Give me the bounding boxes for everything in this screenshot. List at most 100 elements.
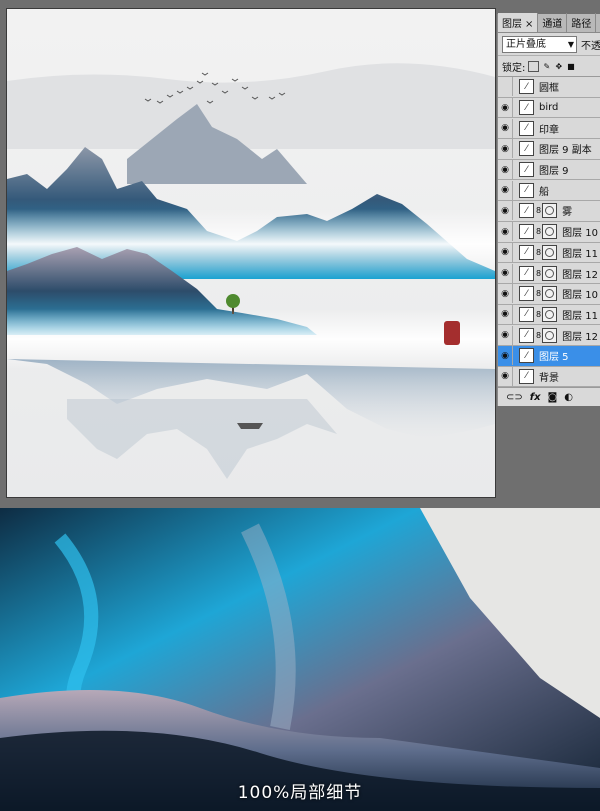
- layer-name: 图层 10: [562, 228, 598, 240]
- layer-row[interactable]: ◉ ⁄ 8 图层 10: [498, 284, 600, 305]
- eye-icon[interactable]: ◉: [498, 160, 513, 180]
- layer-row[interactable]: ◉ ⁄ 8 雾: [498, 201, 600, 222]
- layer-name: bird: [539, 102, 559, 114]
- mask-circle-icon: [545, 247, 555, 257]
- mask-icon[interactable]: ◙: [548, 392, 558, 403]
- lock-label: 锁定:: [502, 62, 526, 74]
- layer-mask-thumbnail[interactable]: [542, 224, 558, 240]
- eye-icon[interactable]: ◉: [498, 222, 513, 242]
- landscape-artwork: [7, 9, 495, 497]
- layer-name: 图层 12: [562, 269, 598, 281]
- lock-paint-icon[interactable]: ✎: [542, 62, 551, 71]
- layer-name: 雾: [562, 207, 573, 219]
- close-icon[interactable]: ×: [525, 19, 533, 30]
- brush-icon[interactable]: ⁄: [519, 368, 534, 384]
- eye-icon[interactable]: ◉: [498, 263, 513, 283]
- layer-row[interactable]: ◉ ⁄ 8 图层 11: [498, 242, 600, 264]
- mask-circle-icon: [545, 309, 555, 319]
- mask-circle-icon: [545, 227, 555, 237]
- eye-icon[interactable]: ◉: [498, 180, 513, 200]
- brush-icon[interactable]: ⁄: [519, 244, 534, 260]
- layer-row[interactable]: ◉ ⁄ 船: [498, 180, 600, 202]
- lock-move-icon[interactable]: ✥: [554, 62, 563, 71]
- chain-icon[interactable]: 8: [536, 331, 541, 340]
- mask-circle-icon: [545, 206, 555, 216]
- layer-row[interactable]: ◉ ⁄ 印章: [498, 118, 600, 140]
- eye-icon[interactable]: ◉: [498, 366, 513, 386]
- layer-mask-thumbnail[interactable]: [542, 265, 558, 281]
- brush-icon[interactable]: ⁄: [519, 265, 534, 281]
- layer-row[interactable]: ◉ ⁄ 背景: [498, 366, 600, 388]
- layer-mask-thumbnail[interactable]: [542, 327, 558, 343]
- tab-layers[interactable]: 图层 ×: [498, 13, 539, 32]
- eye-hidden-icon[interactable]: [498, 77, 513, 97]
- panel-tabs: 图层 × 通道 路径: [498, 13, 600, 33]
- opacity-label: 不透: [581, 40, 600, 52]
- brush-icon[interactable]: ⁄: [519, 286, 534, 302]
- lock-transparent-icon[interactable]: [528, 60, 540, 72]
- tab-paths[interactable]: 路径: [567, 13, 597, 32]
- adjustment-icon[interactable]: ◐: [564, 392, 573, 403]
- layer-mask-thumbnail[interactable]: [542, 306, 558, 322]
- eye-icon[interactable]: ◉: [498, 284, 513, 304]
- eye-icon[interactable]: ◉: [498, 139, 513, 159]
- eye-icon[interactable]: ◉: [498, 118, 513, 138]
- layer-name: 图层 10: [562, 290, 598, 302]
- lock-row: 锁定: ✎ ✥ ■: [498, 56, 600, 77]
- layer-row[interactable]: ◉ ⁄ 8 图层 10: [498, 222, 600, 243]
- eye-icon[interactable]: ◉: [498, 325, 513, 345]
- chain-icon[interactable]: 8: [536, 310, 541, 319]
- tab-channels[interactable]: 通道: [538, 13, 568, 32]
- brush-icon[interactable]: ⁄: [519, 348, 534, 364]
- brush-icon[interactable]: ⁄: [519, 224, 534, 240]
- detail-caption: 100%局部细节: [237, 783, 363, 803]
- mask-circle-icon: [545, 268, 555, 278]
- brush-icon[interactable]: ⁄: [519, 162, 534, 178]
- layer-mask-thumbnail[interactable]: [542, 244, 558, 260]
- layer-mask-thumbnail[interactable]: [542, 286, 558, 302]
- brush-icon[interactable]: ⁄: [519, 306, 534, 322]
- layer-row[interactable]: ◉ ⁄ 图层 5: [498, 345, 600, 367]
- layer-row[interactable]: ◉ ⁄ 8 图层 12: [498, 263, 600, 284]
- panel-footer: ⊂⊃ fx ◙ ◐: [498, 387, 600, 406]
- layer-row[interactable]: ◉ ⁄ bird: [498, 98, 600, 119]
- layer-name: 图层 12: [562, 331, 598, 343]
- layer-row[interactable]: ◉ ⁄ 图层 9 副本: [498, 139, 600, 160]
- brush-icon[interactable]: ⁄: [519, 182, 534, 198]
- brush-icon[interactable]: ⁄: [519, 100, 534, 116]
- detail-closeup: 100%局部细节: [0, 508, 600, 811]
- layer-row[interactable]: ◉ ⁄ 8 图层 12: [498, 325, 600, 346]
- eye-icon[interactable]: ◉: [498, 304, 513, 324]
- chain-icon[interactable]: 8: [536, 248, 541, 257]
- brush-icon[interactable]: ⁄: [519, 203, 534, 219]
- layer-name: 图层 11: [562, 310, 598, 322]
- layer-row[interactable]: ⁄ 圆框: [498, 77, 600, 98]
- lock-all-icon[interactable]: ■: [566, 62, 575, 71]
- layer-name: 印章: [539, 124, 559, 136]
- eye-icon[interactable]: ◉: [498, 201, 513, 221]
- chain-icon[interactable]: 8: [536, 289, 541, 298]
- layer-mask-thumbnail[interactable]: [542, 203, 558, 219]
- chain-icon[interactable]: 8: [536, 206, 541, 215]
- layer-row[interactable]: ◉ ⁄ 8 图层 11: [498, 304, 600, 326]
- chain-icon[interactable]: 8: [536, 227, 541, 236]
- blend-row: 正片叠底 ▼ 不透: [498, 33, 600, 56]
- detail-image: [0, 508, 600, 811]
- link-icon[interactable]: ⊂⊃: [506, 392, 523, 403]
- eye-icon[interactable]: ◉: [498, 98, 513, 118]
- layer-list: ⁄ 圆框 ◉ ⁄ bird ◉ ⁄ 印章 ◉ ⁄ 图层 9 副本 ◉ ⁄ 图层 9 ◉ ⁄ 船 ◉ ⁄ 8 雾 ◉ ⁄ 8 图层…: [498, 77, 600, 388]
- eye-icon[interactable]: ◉: [498, 242, 513, 262]
- brush-icon[interactable]: ⁄: [519, 141, 534, 157]
- chain-icon[interactable]: 8: [536, 269, 541, 278]
- mask-circle-icon: [545, 289, 555, 299]
- layer-row[interactable]: ◉ ⁄ 图层 9: [498, 160, 600, 181]
- layers-panel: 图层 × 通道 路径 正片叠底 ▼ 不透 锁定: ✎ ✥ ■ ⁄ 圆框 ◉ ⁄ bird ◉ ⁄…: [497, 13, 600, 406]
- layer-name: 图层 9: [539, 166, 569, 178]
- brush-icon[interactable]: ⁄: [519, 120, 534, 136]
- brush-icon[interactable]: ⁄: [519, 79, 534, 95]
- eye-icon[interactable]: ◉: [498, 346, 513, 366]
- fx-icon[interactable]: fx: [530, 392, 541, 403]
- brush-icon[interactable]: ⁄: [519, 327, 534, 343]
- blend-mode-select[interactable]: 正片叠底 ▼: [502, 35, 577, 53]
- document-canvas[interactable]: [6, 8, 496, 498]
